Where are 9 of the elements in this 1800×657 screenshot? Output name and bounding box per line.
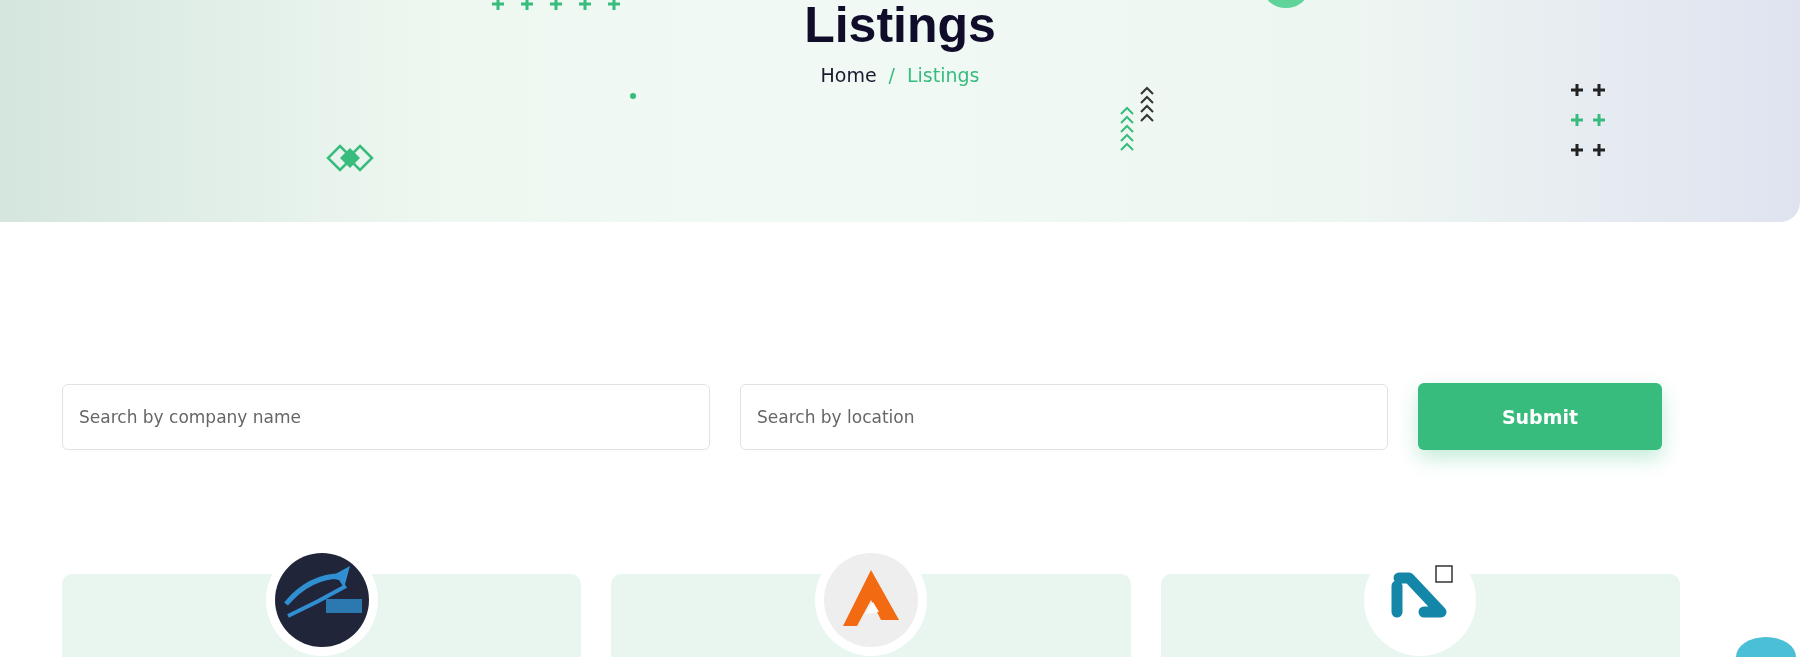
chevron-pattern-icon [1120,86,1154,152]
breadcrumb-link[interactable]: Home [820,64,877,86]
breadcrumb-separator: / [888,64,895,86]
search-field[interactable]: Search by company name [62,383,710,450]
breadcrumb-current: Listings [907,64,980,86]
search-field[interactable]: Search by location [740,383,1388,450]
dot-icon [630,93,636,99]
page-title: Listings [804,0,996,55]
diamond-pattern-icon [325,143,375,173]
